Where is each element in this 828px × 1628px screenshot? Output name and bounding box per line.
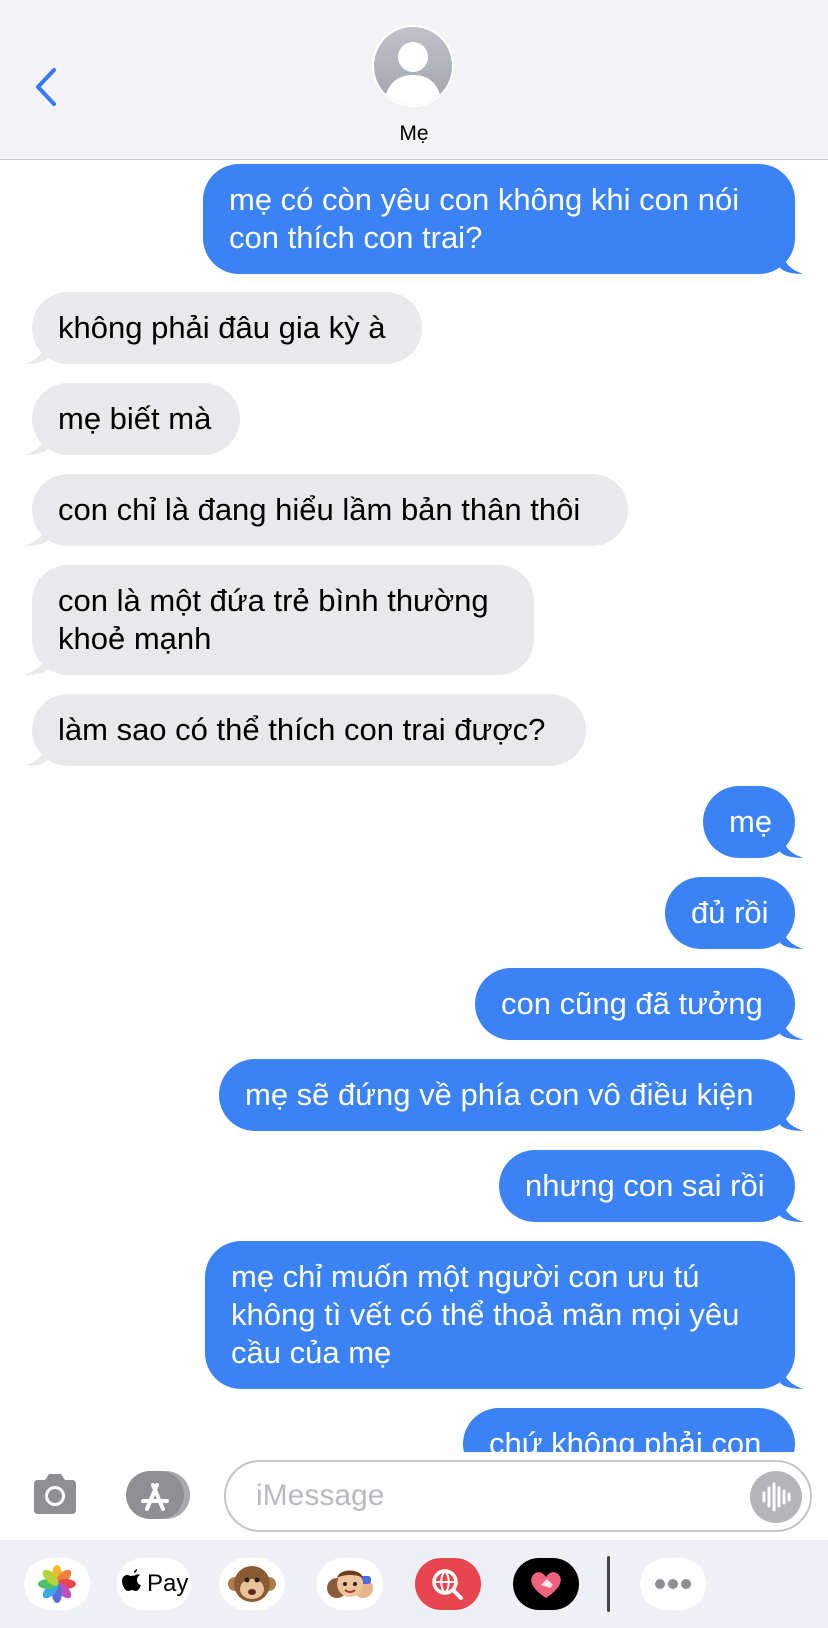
- app-store-icon: [126, 1471, 190, 1519]
- bubble-tail: [780, 1101, 804, 1131]
- camera-button[interactable]: [30, 1472, 80, 1516]
- digital-touch-icon: [531, 1572, 561, 1598]
- back-button[interactable]: [30, 62, 64, 112]
- drawer-divider: [607, 1556, 610, 1612]
- monkey-animoji-icon: [228, 1566, 276, 1602]
- more-apps-button[interactable]: [640, 1558, 706, 1610]
- bubble-tail: [780, 919, 804, 949]
- photos-icon: [38, 1565, 76, 1603]
- message-thread[interactable]: mẹ có còn yêu con không khi con nói con …: [0, 160, 828, 1452]
- bubble-tail: [780, 1359, 804, 1389]
- chevron-left-icon: [36, 68, 56, 106]
- audio-record-button[interactable]: [750, 1471, 802, 1523]
- message-line: con chỉ là đang hiểu lầm bản thân thôi: [58, 492, 581, 527]
- web-search-button[interactable]: [415, 1558, 481, 1610]
- message-line: mẹ có còn yêu con không khi con nói: [229, 182, 740, 217]
- contact-name[interactable]: Mẹ: [0, 122, 828, 146]
- app-store-button[interactable]: [126, 1471, 190, 1519]
- camera-icon: [34, 1474, 76, 1514]
- message-line: mẹ sẽ đứng về phía con vô điều kiện: [245, 1077, 754, 1112]
- message-line: không phải đâu gia kỳ à: [58, 310, 386, 345]
- bubble-tail: [24, 736, 48, 766]
- message-line: nhưng con sai rồi: [525, 1168, 765, 1203]
- message-line: mẹ chỉ muốn một người con ưu tú: [231, 1259, 700, 1294]
- compose-bar: [0, 1452, 828, 1540]
- message-line: mẹ: [729, 804, 773, 839]
- message-field[interactable]: [224, 1460, 812, 1532]
- bubble-tail: [24, 334, 48, 364]
- apple-pay-label: Pay: [147, 1570, 189, 1597]
- memoji-icon: [327, 1570, 373, 1598]
- web-search-icon: [432, 1569, 463, 1600]
- contact-avatar[interactable]: [372, 25, 454, 107]
- apple-pay-button[interactable]: Pay: [117, 1558, 191, 1610]
- message-line: khoẻ mạnh: [58, 621, 212, 656]
- message-line: mẹ biết mà: [58, 401, 212, 436]
- message-input[interactable]: [256, 1474, 716, 1518]
- message-line: làm sao có thể thích con trai được?: [58, 712, 546, 747]
- bubble-tail: [24, 516, 48, 546]
- app-drawer: Pay: [0, 1540, 828, 1628]
- message-line: chứ không phải con: [489, 1426, 762, 1452]
- bubble-tail: [24, 645, 48, 675]
- bubble-tail: [780, 828, 804, 858]
- bubble-tail: [780, 244, 804, 274]
- memoji-button[interactable]: [317, 1558, 383, 1610]
- conversation-header: Mẹ: [0, 0, 828, 160]
- more-icon: [655, 1579, 691, 1589]
- bubble-tail: [780, 1192, 804, 1222]
- message-line: đủ rồi: [691, 895, 769, 930]
- bubble-tail: [24, 425, 48, 455]
- photos-app-button[interactable]: [24, 1558, 90, 1610]
- message-line: cầu của mẹ: [231, 1335, 392, 1370]
- animoji-button[interactable]: [219, 1558, 285, 1610]
- message-line: không tì vết có thể thoả mãn mọi yêu: [231, 1297, 740, 1332]
- person-silhouette-icon: [384, 42, 442, 105]
- message-line: con thích con trai?: [229, 220, 483, 255]
- waveform-icon: [762, 1482, 791, 1512]
- message-line: con cũng đã tưởng: [501, 986, 763, 1021]
- bubble-tail: [780, 1010, 804, 1040]
- message-line: con là một đứa trẻ bình thường: [58, 583, 489, 618]
- digital-touch-button[interactable]: [513, 1558, 579, 1610]
